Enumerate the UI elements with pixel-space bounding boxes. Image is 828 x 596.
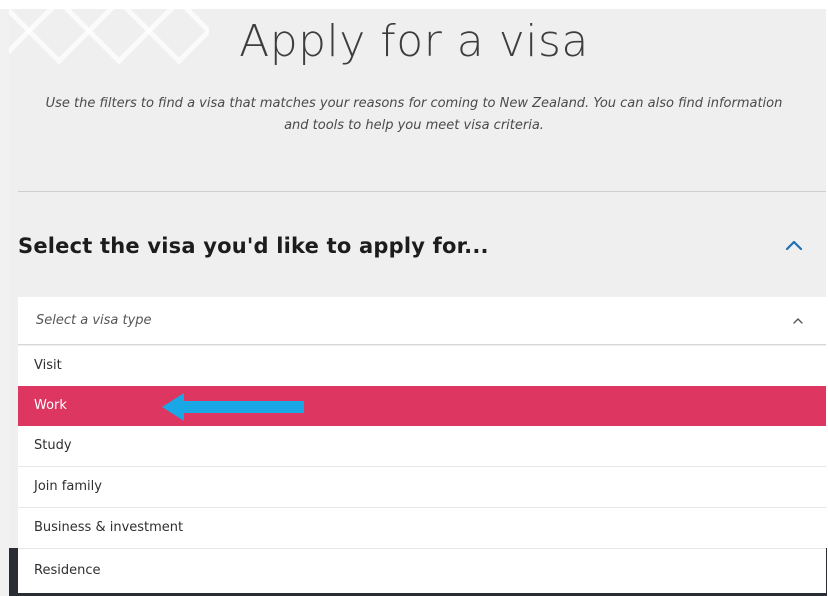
divider: [18, 191, 826, 192]
visa-type-select[interactable]: Select a visa type: [18, 297, 826, 345]
section-heading: Select the visa you'd like to apply for.…: [18, 234, 489, 258]
intro-text: Use the filters to find a visa that matc…: [45, 96, 783, 133]
option-study[interactable]: Study: [18, 426, 826, 466]
option-work[interactable]: Work: [18, 386, 826, 426]
page-title: Apply for a visa: [239, 16, 589, 67]
option-join-family[interactable]: Join family: [18, 466, 826, 507]
chevron-up-icon: [785, 240, 803, 251]
option-visit[interactable]: Visit: [18, 346, 826, 386]
collapse-toggle-button[interactable]: [782, 234, 806, 258]
top-strip: [0, 0, 828, 9]
chevron-up-icon: [793, 318, 803, 324]
option-business-investment[interactable]: Business & investment: [18, 507, 826, 548]
visa-type-options: Visit Work Study Join family Business & …: [18, 346, 826, 593]
visa-type-placeholder: Select a visa type: [36, 313, 152, 328]
option-residence[interactable]: Residence: [18, 548, 826, 593]
